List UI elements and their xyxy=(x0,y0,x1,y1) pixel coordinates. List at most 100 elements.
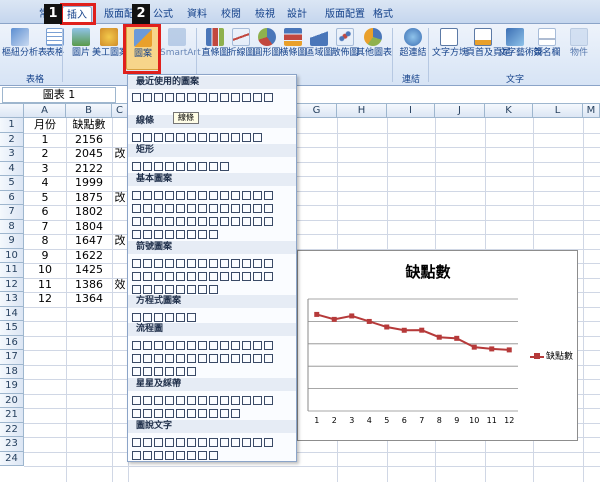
row-header[interactable]: 8 xyxy=(0,219,24,234)
tab-data[interactable]: 資料 xyxy=(184,6,210,24)
row-header[interactable]: 22 xyxy=(0,422,24,437)
cell-month[interactable]: 4 xyxy=(24,176,66,191)
column-header[interactable]: K xyxy=(485,104,533,118)
cell-defects[interactable]: 1647 xyxy=(66,234,112,249)
wordart-button[interactable]: 文字藝術師 xyxy=(498,26,543,70)
shape-row-basic-3[interactable] xyxy=(132,214,294,226)
row-header[interactable]: 23 xyxy=(0,437,24,452)
cell-month[interactable]: 5 xyxy=(24,191,66,206)
shape-row-arrows-3[interactable] xyxy=(132,282,294,294)
shape-row-arrows-2[interactable] xyxy=(132,269,294,281)
cell-month[interactable]: 10 xyxy=(24,263,66,278)
cell-defects[interactable]: 2156 xyxy=(66,133,112,148)
object-button[interactable]: 物件 xyxy=(562,26,596,70)
row-header[interactable]: 1 xyxy=(0,118,24,133)
shape-row-equation[interactable] xyxy=(132,310,294,322)
column-header[interactable]: B xyxy=(66,104,112,118)
cell-defects[interactable]: 1386 xyxy=(66,278,112,293)
tab-view[interactable]: 檢視 xyxy=(252,6,278,24)
cell-month[interactable]: 6 xyxy=(24,205,66,220)
column-header[interactable]: I xyxy=(387,104,435,118)
tab-review[interactable]: 校閱 xyxy=(218,6,244,24)
shape-row-stars-1[interactable] xyxy=(132,393,294,405)
column-header[interactable]: C xyxy=(112,104,128,118)
column-header[interactable]: A xyxy=(24,104,66,118)
textbox-button[interactable]: 文字方塊 xyxy=(432,26,468,70)
row-header[interactable]: 2 xyxy=(0,132,24,147)
column-header[interactable]: G xyxy=(297,104,337,118)
shape-row-flowchart-1[interactable] xyxy=(132,338,294,350)
cell-partial[interactable]: 改 xyxy=(112,147,128,162)
tab-chart-layout[interactable]: 版面配置 xyxy=(320,6,370,24)
row-header[interactable]: 15 xyxy=(0,321,24,336)
row-header[interactable]: 5 xyxy=(0,176,24,191)
cell-header-defects[interactable]: 缺點數 xyxy=(66,118,112,133)
shape-row-basic-2[interactable] xyxy=(132,201,294,213)
column-header[interactable]: L xyxy=(533,104,583,118)
name-box[interactable]: 圖表 1 xyxy=(2,87,116,103)
tab-formulas[interactable]: 公式 xyxy=(150,6,176,24)
row-header[interactable]: 4 xyxy=(0,161,24,176)
row-header[interactable]: 16 xyxy=(0,335,24,350)
header-footer-button[interactable]: 頁首及頁尾 xyxy=(466,26,511,70)
row-header[interactable]: 10 xyxy=(0,248,24,263)
line-chart[interactable]: 缺點數 1 2 3 4 5 6 7 8 9 10 11 12 缺點數 xyxy=(297,250,578,441)
row-header[interactable]: 24 xyxy=(0,451,24,466)
shape-row-recent[interactable] xyxy=(132,90,294,102)
cell-defects[interactable]: 1622 xyxy=(66,249,112,264)
row-header[interactable]: 19 xyxy=(0,379,24,394)
column-header[interactable]: M xyxy=(583,104,600,118)
cell-month[interactable]: 12 xyxy=(24,292,66,307)
shape-row-rectangles[interactable] xyxy=(132,159,294,171)
cell-defects[interactable]: 1999 xyxy=(66,176,112,191)
row-header[interactable]: 12 xyxy=(0,277,24,292)
cell-partial[interactable]: 改 xyxy=(112,234,128,249)
cell-defects[interactable]: 2122 xyxy=(66,162,112,177)
row-header[interactable]: 14 xyxy=(0,306,24,321)
cell-defects[interactable]: 1364 xyxy=(66,292,112,307)
cell-header-month[interactable]: 月份 xyxy=(24,118,66,133)
pivot-table-button[interactable]: 樞紐分析表 xyxy=(2,26,47,70)
row-header[interactable]: 7 xyxy=(0,205,24,220)
hyperlink-button[interactable]: 超連結 xyxy=(396,26,430,70)
shape-row-basic-1[interactable] xyxy=(132,188,294,200)
row-header[interactable]: 20 xyxy=(0,393,24,408)
cell-month[interactable]: 2 xyxy=(24,147,66,162)
other-charts-button[interactable]: 其他圖表 xyxy=(356,26,392,70)
row-header[interactable]: 11 xyxy=(0,263,24,278)
corner-select-all[interactable] xyxy=(0,104,24,118)
shape-row-callouts-2[interactable] xyxy=(132,448,294,460)
row-header[interactable]: 17 xyxy=(0,350,24,365)
shape-row-arrows-1[interactable] xyxy=(132,256,294,268)
row-header[interactable]: 9 xyxy=(0,234,24,249)
row-header[interactable]: 3 xyxy=(0,147,24,162)
cell-defects[interactable]: 2045 xyxy=(66,147,112,162)
signature-button[interactable]: 簽名欄 xyxy=(530,26,564,70)
cell-partial[interactable]: 效 xyxy=(112,278,128,293)
cell-defects[interactable]: 1804 xyxy=(66,220,112,235)
clipart-button[interactable]: 美工圖案 xyxy=(92,26,128,70)
smartart-button[interactable]: SmartArt xyxy=(160,26,201,70)
column-header[interactable]: H xyxy=(337,104,387,118)
row-header[interactable]: 13 xyxy=(0,292,24,307)
shape-row-callouts-1[interactable] xyxy=(132,435,294,447)
cell-month[interactable]: 3 xyxy=(24,162,66,177)
cell-defects[interactable]: 1875 xyxy=(66,191,112,206)
column-header[interactable]: J xyxy=(435,104,485,118)
row-header[interactable]: 18 xyxy=(0,364,24,379)
cell-defects[interactable]: 1802 xyxy=(66,205,112,220)
shape-row-basic-4[interactable] xyxy=(132,227,294,239)
shape-row-lines[interactable] xyxy=(132,130,294,142)
row-header[interactable]: 6 xyxy=(0,190,24,205)
cell-partial[interactable]: 改 xyxy=(112,191,128,206)
cell-month[interactable]: 7 xyxy=(24,220,66,235)
cell-month[interactable]: 8 xyxy=(24,234,66,249)
shape-row-flowchart-2[interactable] xyxy=(132,351,294,363)
cell-month[interactable]: 11 xyxy=(24,278,66,293)
shape-row-stars-2[interactable] xyxy=(132,406,294,418)
cell-month[interactable]: 1 xyxy=(24,133,66,148)
row-header[interactable]: 21 xyxy=(0,408,24,423)
tab-format[interactable]: 格式 xyxy=(368,6,398,24)
cell-defects[interactable]: 1425 xyxy=(66,263,112,278)
cell-month[interactable]: 9 xyxy=(24,249,66,264)
